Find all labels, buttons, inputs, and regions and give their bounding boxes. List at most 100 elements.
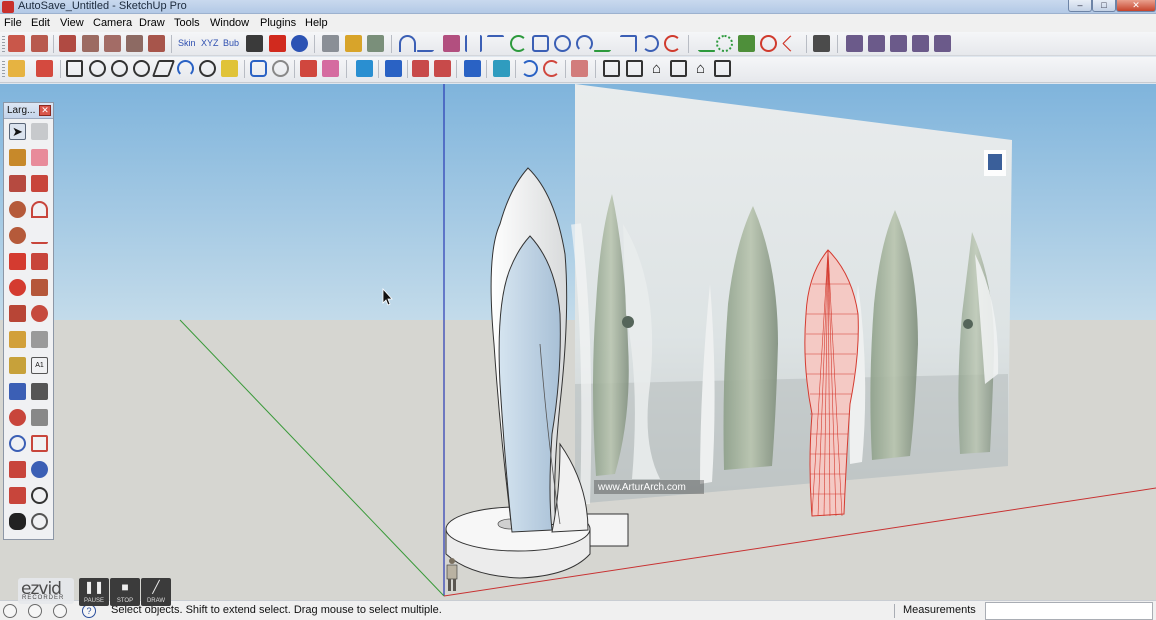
stair-icon[interactable] [813,35,830,52]
arc-5-icon[interactable] [664,35,681,52]
shape-b-icon[interactable] [89,60,106,77]
position-camera-tool-icon[interactable] [9,487,26,504]
move-tool-icon[interactable] [9,253,26,270]
menu-file[interactable]: File [4,16,22,30]
shape-m-icon[interactable] [356,60,373,77]
house-icon[interactable]: ⌂ [648,60,665,77]
views-iso-icon[interactable] [8,35,25,52]
pan-tool-icon[interactable] [31,409,48,426]
minimize-button[interactable]: – [1068,0,1092,12]
palette-header[interactable]: Larg... ✕ [4,103,53,119]
ellipse-icon[interactable] [760,35,777,52]
menu-edit[interactable]: Edit [31,16,50,30]
tool-e-icon[interactable] [934,35,951,52]
look-around-tool-icon[interactable] [31,487,48,504]
menu-plugins[interactable]: Plugins [260,16,296,30]
dimension-tool-icon[interactable] [31,331,48,348]
spline-icon[interactable] [487,35,504,52]
offset-icon[interactable] [620,35,637,52]
model-viewport[interactable]: www.ArturArch.com [0,84,1156,600]
angle-icon[interactable] [782,35,799,52]
views-front-icon[interactable] [59,35,76,52]
play-icon[interactable] [246,35,263,52]
weld-icon[interactable] [689,35,716,52]
protractor-tool-icon[interactable] [9,357,26,374]
3d-text-tool-icon[interactable] [31,383,48,400]
measurements-input[interactable] [985,602,1153,620]
bezier-icon[interactable] [443,35,460,52]
shape-t-icon[interactable] [603,60,620,77]
shape-d-icon[interactable] [133,60,150,77]
recorder-draw-button[interactable]: ╱ DRAW [141,578,171,606]
menu-window[interactable]: Window [210,16,249,30]
tape-icon[interactable] [8,60,25,77]
menu-help[interactable]: Help [305,16,328,30]
user-icon[interactable] [53,604,67,618]
redo-icon[interactable] [543,60,560,77]
rounded-rect-icon[interactable] [532,35,549,52]
shape-a-icon[interactable] [66,60,83,77]
menu-camera[interactable]: Camera [93,16,132,30]
recorder-pause-button[interactable]: ❚❚ PAUSE [79,578,109,606]
shape-v-icon[interactable] [670,60,687,77]
geo-location-icon[interactable] [3,604,17,618]
rotate-tool-icon[interactable] [9,279,26,296]
soften-icon[interactable] [367,35,384,52]
credits-icon[interactable] [28,604,42,618]
palette-close-button[interactable]: ✕ [39,105,51,116]
xyz-plugin-icon[interactable]: XYZ [201,35,221,52]
eraser-icon[interactable] [31,149,48,166]
arc-2-icon[interactable] [510,35,527,52]
shape-k-icon[interactable] [300,60,317,77]
text-tool-icon[interactable]: A1 [31,357,48,374]
plugin-loader-icon[interactable] [291,35,308,52]
views-back-icon[interactable] [104,35,121,52]
polygon-tool-icon[interactable] [9,227,26,244]
follow-me-icon[interactable] [345,35,362,52]
follow-me-tool-icon[interactable] [31,279,48,296]
sandbox-icon[interactable] [322,35,339,52]
zoom-window-tool-icon[interactable] [31,435,48,452]
menu-view[interactable]: View [60,16,84,30]
make-component-icon[interactable] [31,123,48,140]
shape-c-icon[interactable] [111,60,128,77]
axes-tool-icon[interactable] [9,383,26,400]
line-tool-icon[interactable] [31,175,48,192]
recorder-stop-button[interactable]: ■ STOP [110,578,140,606]
views-bottom-icon[interactable] [148,35,165,52]
zoom-extents-tool-icon[interactable] [9,461,26,478]
shape-g-icon[interactable] [199,60,216,77]
shape-i-icon[interactable] [250,60,267,77]
zoom-tool-icon[interactable] [9,435,26,452]
reference-image[interactable]: www.ArturArch.com [571,84,1012,505]
paint-bucket-icon[interactable] [9,149,26,166]
views-left-icon[interactable] [126,35,143,52]
shape-j-icon[interactable] [272,60,289,77]
toolbar-grip[interactable] [2,36,5,52]
menu-draw[interactable]: Draw [139,16,165,30]
close-window-button[interactable]: ✕ [1116,0,1156,12]
rectangle-tool-icon[interactable] [9,175,26,192]
tool-b-icon[interactable] [868,35,885,52]
tool-d-icon[interactable] [912,35,929,52]
shape-p-icon[interactable] [434,60,451,77]
skin-plugin-icon[interactable]: Skin [178,35,198,52]
polyline-icon[interactable] [465,35,482,52]
circle-icon[interactable] [554,35,571,52]
orbit-tool-icon[interactable] [9,409,26,426]
bubble-plugin-icon[interactable]: Bub [223,35,243,52]
toolbar-grip[interactable] [2,61,5,77]
views-right-icon[interactable] [82,35,99,52]
freehand-icon[interactable] [593,35,620,52]
arc-3-icon[interactable] [576,35,593,52]
arc-4-icon[interactable] [642,35,659,52]
shape-o-icon[interactable] [412,60,429,77]
scale-tool-icon[interactable] [9,305,26,322]
shape-n-icon[interactable] [385,60,402,77]
views-top-icon[interactable] [31,35,48,52]
circle-tool-icon[interactable] [9,201,26,218]
help-icon[interactable]: ? [82,604,96,618]
push-pull-palette-icon[interactable] [31,253,48,270]
pencil-icon[interactable] [36,60,53,77]
walk-tool-icon[interactable] [9,513,26,530]
